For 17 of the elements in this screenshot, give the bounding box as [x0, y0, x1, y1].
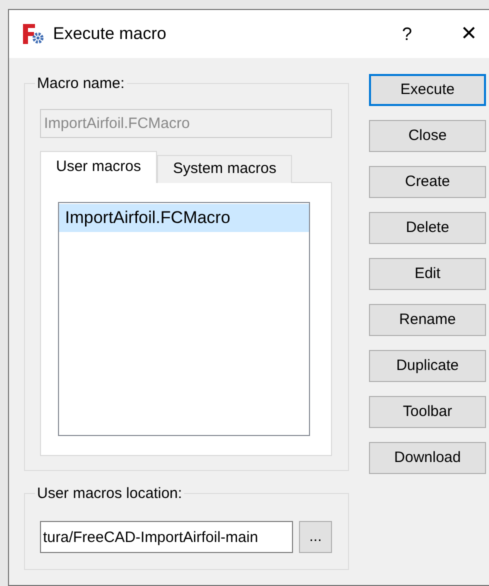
dialog-button[interactable]: Execute [369, 74, 486, 106]
dialog-button[interactable]: Toolbar [369, 396, 486, 428]
dialog-button[interactable]: Rename [369, 304, 486, 336]
browse-button[interactable]: ... [299, 521, 332, 553]
help-button[interactable]: ? [387, 20, 427, 48]
macro-list-item[interactable]: ImportAirfoil.FCMacro [59, 204, 309, 232]
window-title: Execute macro [53, 23, 166, 46]
dialog-button[interactable]: Close [369, 120, 486, 152]
location-field[interactable]: tura/FreeCAD-ImportAirfoil-main [40, 521, 293, 553]
dialog-button[interactable]: Duplicate [369, 350, 486, 382]
app-logo-icon [21, 22, 45, 46]
dialog-button[interactable]: Create [369, 166, 486, 198]
dialog-button[interactable]: Delete [369, 212, 486, 244]
dialog-button[interactable]: Download [369, 442, 486, 474]
tab[interactable]: System macros [157, 155, 292, 183]
dialog-button[interactable]: Edit [369, 258, 486, 290]
tab[interactable]: User macros [40, 151, 158, 183]
